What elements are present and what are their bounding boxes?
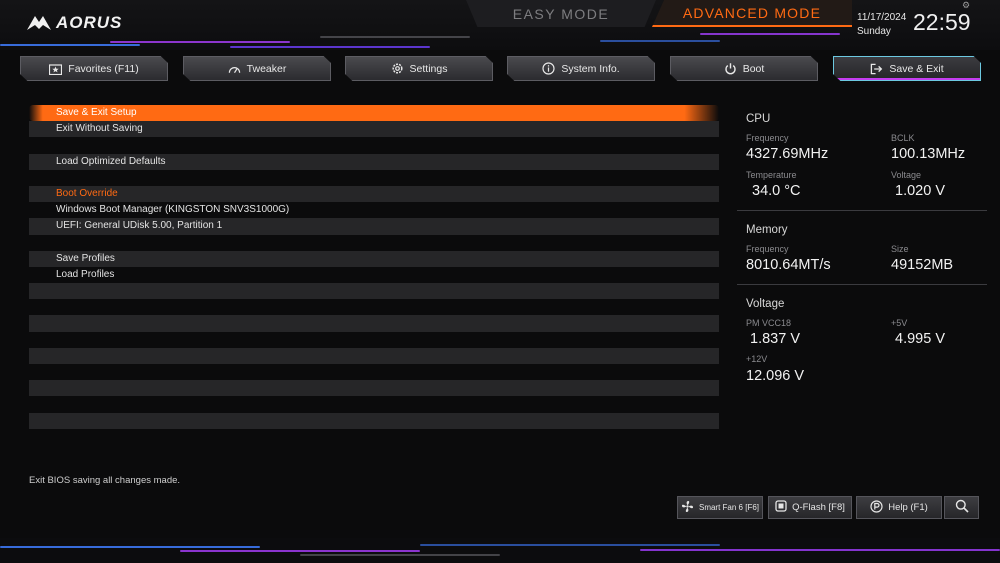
menu-item[interactable]: Save & Exit Setup — [29, 105, 719, 122]
eagle-icon — [27, 16, 51, 30]
menu-item[interactable]: UEFI: General UDisk 5.00, Partition 1 — [29, 218, 719, 235]
memory-frequency-value: 8010.64MT/s — [746, 257, 831, 273]
menu-empty-row — [29, 380, 719, 397]
menu-item[interactable]: Windows Boot Manager (KINGSTON SNV3S1000… — [29, 202, 719, 218]
decor-streak — [700, 33, 840, 35]
pm-vcc18-label: PM VCC18 — [746, 318, 792, 328]
decor-streak — [300, 554, 500, 556]
menu-empty-row — [29, 137, 719, 153]
p5v-value: 4.995 V — [895, 331, 945, 347]
speedometer-icon — [228, 62, 241, 75]
smart-fan-button[interactable]: Smart Fan 6 [F6] — [677, 496, 763, 519]
menu-empty-row — [29, 299, 719, 315]
exit-icon — [870, 62, 883, 75]
p5v-label: +5V — [891, 318, 908, 328]
menu-empty-row — [29, 235, 719, 251]
tab-label: Tweaker — [246, 62, 287, 75]
menu-item[interactable]: Save Profiles — [29, 250, 719, 267]
search-icon — [955, 499, 969, 516]
tab-favorites[interactable]: Favorites (F11) — [20, 56, 168, 81]
cpu-frequency-value: 4327.69MHz — [746, 146, 829, 162]
cpu-frequency-label: Frequency — [746, 133, 789, 143]
tab-label: Favorites (F11) — [68, 62, 139, 75]
menu-empty-row — [29, 364, 719, 380]
p12v-value: 12.096 V — [746, 368, 805, 384]
bclk-value: 100.13MHz — [891, 146, 966, 162]
clock-time: 22:59 — [913, 9, 971, 35]
date-display: 11/17/2024 Sunday — [857, 11, 906, 39]
cpu-voltage-value: 1.020 V — [895, 183, 945, 199]
menu-item[interactable]: Exit Without Saving — [29, 121, 719, 138]
cpu-title: CPU — [746, 113, 771, 125]
decor-streak — [230, 46, 430, 48]
smart-fan-label: Smart Fan 6 [F6] — [698, 503, 760, 512]
save-exit-menu: Save & Exit Setup Exit Without Saving Load… — [29, 105, 719, 445]
decor-streak — [0, 546, 260, 548]
menu-empty-row — [29, 429, 719, 445]
pm-vcc18-value: 1.837 V — [750, 331, 800, 347]
menu-empty-row — [29, 283, 719, 300]
decor-streak — [600, 40, 720, 42]
help-button[interactable]: Help (F1) — [856, 496, 942, 519]
tab-tweaker[interactable]: Tweaker — [183, 56, 331, 81]
gear-icon — [391, 62, 404, 75]
advanced-mode-button[interactable]: ADVANCED MODE — [652, 0, 852, 27]
decor-streak — [640, 549, 1000, 551]
menu-item[interactable]: Load Optimized Defaults — [29, 153, 719, 170]
help-label: Help (F1) — [888, 502, 928, 513]
aorus-logo: AORUS — [26, 10, 122, 36]
menu-item: Boot Override — [29, 185, 719, 203]
date-text: 11/17/2024 — [857, 12, 907, 23]
memory-frequency-label: Frequency — [746, 244, 789, 254]
tab-label: Boot — [742, 62, 765, 75]
tab-system-info[interactable]: System Info. — [507, 56, 655, 81]
memory-size-value: 49152MB — [891, 257, 954, 273]
cpu-temperature-value: 34.0 °C — [752, 183, 801, 199]
memory-size-label: Size — [891, 244, 909, 254]
item-help-text: Exit BIOS saving all changes made. — [29, 475, 181, 486]
panel-divider — [737, 210, 987, 211]
easy-mode-button[interactable]: EASY MODE — [466, 0, 656, 27]
tab-settings[interactable]: Settings — [345, 56, 493, 81]
settings-gear-icon[interactable]: ⚙ — [961, 0, 971, 10]
qflash-icon — [775, 500, 787, 515]
cpu-voltage-label: Voltage — [891, 170, 922, 180]
panel-divider — [737, 284, 987, 285]
bottom-decor-bar — [0, 538, 1000, 563]
power-icon — [724, 62, 737, 75]
weekday-text: Sunday — [857, 26, 891, 37]
bclk-label: BCLK — [891, 133, 915, 143]
tab-boot[interactable]: Boot — [670, 56, 818, 81]
favorites-icon — [49, 62, 63, 75]
p12v-label: +12V — [746, 354, 768, 364]
brand-text: AORUS — [56, 13, 123, 32]
decor-streak — [320, 36, 470, 38]
voltage-title: Voltage — [746, 298, 785, 310]
qflash-label: Q-Flash [F8] — [792, 502, 845, 513]
menu-empty-row — [29, 332, 719, 348]
info-icon — [542, 62, 555, 75]
decor-streak — [110, 41, 290, 43]
fan-icon — [681, 500, 694, 516]
help-icon — [870, 499, 883, 516]
menu-empty-row — [29, 347, 719, 364]
menu-empty-row — [29, 170, 719, 186]
menu-empty-row — [29, 315, 719, 332]
menu-empty-row — [29, 412, 719, 429]
decor-streak — [180, 550, 420, 552]
tab-label: Save & Exit — [889, 62, 944, 75]
memory-title: Memory — [746, 224, 788, 236]
menu-item[interactable]: Load Profiles — [29, 267, 719, 283]
qflash-button[interactable]: Q-Flash [F8] — [768, 496, 852, 519]
search-button[interactable] — [944, 496, 979, 519]
tab-label: Settings — [409, 62, 448, 75]
decor-streak — [0, 44, 140, 46]
tab-label: System Info. — [561, 62, 620, 75]
decor-streak — [420, 544, 720, 546]
menu-empty-row — [29, 396, 719, 412]
top-header: AORUS EASY MODE ADVANCED MODE 11/17/2024… — [0, 0, 1000, 50]
tab-save-exit[interactable]: Save & Exit — [833, 56, 981, 81]
cpu-temperature-label: Temperature — [746, 170, 797, 180]
